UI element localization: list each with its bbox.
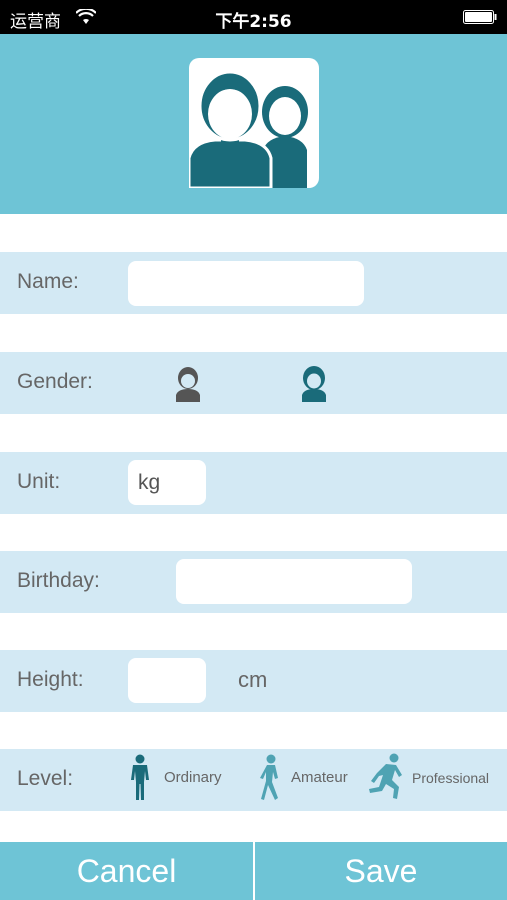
level-label: Level: — [17, 767, 74, 790]
walking-figure-icon[interactable] — [128, 754, 152, 802]
profile-header — [0, 34, 507, 214]
name-input[interactable] — [128, 261, 364, 306]
height-label: Height: — [17, 668, 84, 691]
unit-row: Unit: kg — [0, 452, 507, 514]
save-button[interactable]: Save — [255, 842, 507, 900]
male-icon[interactable] — [174, 366, 202, 402]
height-input[interactable] — [128, 658, 206, 703]
clock: 下午2:56 — [215, 12, 292, 32]
height-unit: cm — [238, 667, 268, 692]
unit-value: kg — [138, 471, 161, 494]
level-ordinary[interactable]: Ordinary — [164, 769, 222, 786]
female-icon[interactable] — [300, 366, 328, 402]
name-label: Name: — [17, 270, 79, 293]
birthday-input[interactable] — [176, 559, 412, 604]
unit-select[interactable]: kg — [128, 460, 206, 505]
cancel-button[interactable]: Cancel — [0, 842, 253, 900]
battery-icon — [463, 10, 497, 24]
level-row: Level: Ordinary Amateur Professional — [0, 749, 507, 811]
gender-row: Gender: — [0, 352, 507, 414]
level-amateur[interactable]: Amateur — [291, 769, 348, 786]
gender-label: Gender: — [17, 370, 93, 393]
birthday-label: Birthday: — [17, 569, 100, 592]
running-figure-icon[interactable] — [366, 753, 406, 803]
birthday-row: Birthday: — [0, 551, 507, 613]
height-row: Height: cm — [0, 650, 507, 712]
footer-bar: Cancel Save — [0, 842, 507, 900]
unit-label: Unit: — [17, 470, 61, 493]
status-bar: 运营商 下午2:56 — [0, 0, 507, 34]
jogging-figure-icon[interactable] — [257, 754, 285, 802]
name-row: Name: — [0, 252, 507, 314]
user-avatar-button[interactable] — [187, 58, 319, 190]
users-icon — [187, 70, 308, 190]
level-professional[interactable]: Professional — [412, 770, 489, 786]
